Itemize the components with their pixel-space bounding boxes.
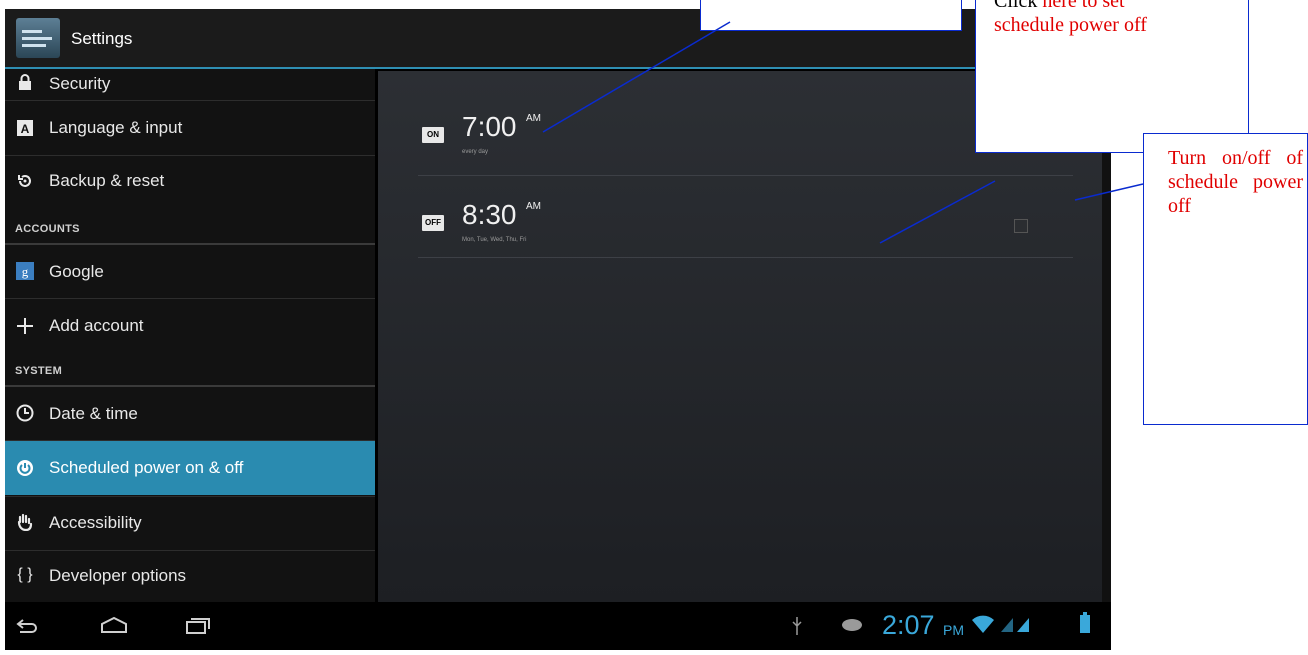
leader-line <box>879 180 996 244</box>
annotation-leader-lines <box>542 21 1144 244</box>
leader-line <box>542 21 731 133</box>
leader-line <box>1074 183 1144 201</box>
